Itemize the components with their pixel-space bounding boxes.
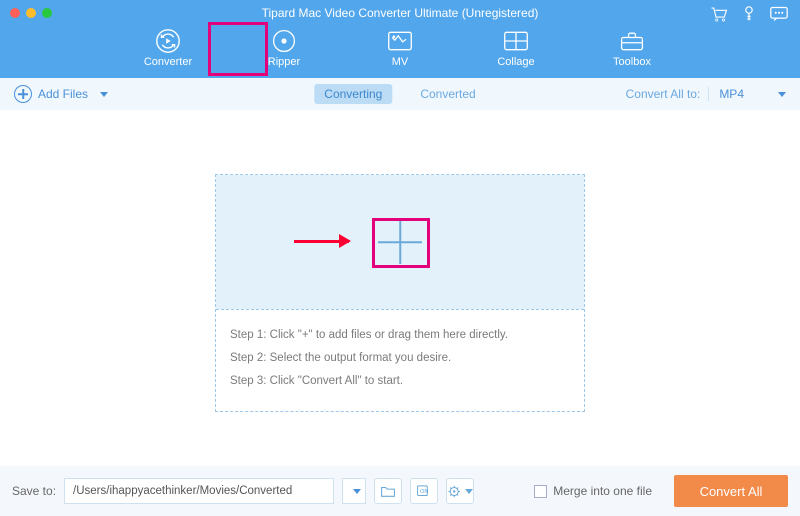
- status-tabs: Converting Converted: [314, 84, 485, 104]
- key-icon[interactable]: [742, 6, 756, 27]
- svg-text:ON: ON: [420, 489, 428, 495]
- instructions: Step 1: Click "+" to add files or drag t…: [216, 309, 584, 411]
- plus-circle-icon: [14, 85, 32, 103]
- gpu-accel-button[interactable]: ON: [410, 478, 438, 504]
- output-format-select[interactable]: MP4: [708, 87, 786, 101]
- step-1: Step 1: Click "+" to add files or drag t…: [230, 324, 570, 347]
- feedback-icon[interactable]: [770, 6, 788, 27]
- nav-label: Converter: [138, 56, 198, 68]
- minimize-window-button[interactable]: [26, 8, 36, 18]
- chevron-down-icon: [353, 489, 361, 494]
- add-files-label: Add Files: [38, 87, 88, 101]
- bottom-bar: Save to: ON Merge into one file Convert …: [0, 466, 800, 516]
- settings-button[interactable]: [446, 478, 474, 504]
- convert-all-to-label: Convert All to:: [626, 87, 701, 101]
- main-area: Step 1: Click "+" to add files or drag t…: [0, 110, 800, 466]
- nav-label: Ripper: [254, 56, 314, 68]
- app-title: Tipard Mac Video Converter Ultimate (Unr…: [0, 0, 800, 20]
- save-path-input[interactable]: [64, 478, 334, 504]
- maximize-window-button[interactable]: [42, 8, 52, 18]
- chevron-down-icon: [778, 92, 786, 97]
- save-to-label: Save to:: [12, 484, 56, 498]
- format-value: MP4: [719, 87, 744, 101]
- sub-toolbar: Add Files Converting Converted Convert A…: [0, 78, 800, 110]
- nav-label: Toolbox: [602, 56, 662, 68]
- nav-mv[interactable]: MV: [370, 26, 430, 68]
- save-path-dropdown[interactable]: [342, 478, 366, 504]
- open-folder-button[interactable]: [374, 478, 402, 504]
- tab-converted[interactable]: Converted: [410, 84, 485, 104]
- merge-label: Merge into one file: [553, 484, 652, 498]
- merge-checkbox[interactable]: Merge into one file: [534, 484, 652, 498]
- nav-converter[interactable]: Converter: [138, 26, 198, 68]
- tab-converting[interactable]: Converting: [314, 84, 392, 104]
- step-3: Step 3: Click "Convert All" to start.: [230, 370, 570, 393]
- nav-ripper[interactable]: Ripper: [254, 26, 314, 68]
- nav-label: Collage: [486, 56, 546, 68]
- annotation-arrow: [294, 240, 349, 243]
- close-window-button[interactable]: [10, 8, 20, 18]
- chevron-down-icon[interactable]: [100, 92, 108, 97]
- nav-collage[interactable]: Collage: [486, 26, 546, 68]
- add-file-plus-icon[interactable]: [378, 220, 422, 264]
- nav-toolbox[interactable]: Toolbox: [602, 26, 662, 68]
- cart-icon[interactable]: [710, 6, 728, 27]
- drop-zone[interactable]: [216, 175, 584, 309]
- window-controls: [10, 8, 52, 18]
- chevron-down-icon: [465, 489, 473, 494]
- nav-label: MV: [370, 56, 430, 68]
- add-files-button[interactable]: Add Files: [14, 85, 108, 103]
- checkbox-icon: [534, 485, 547, 498]
- step-2: Step 2: Select the output format you des…: [230, 347, 570, 370]
- main-nav: Converter Ripper MV Collage Toolbox: [0, 26, 800, 68]
- drop-box: Step 1: Click "+" to add files or drag t…: [215, 174, 585, 412]
- convert-all-button[interactable]: Convert All: [674, 475, 788, 507]
- app-header: Tipard Mac Video Converter Ultimate (Unr…: [0, 0, 800, 78]
